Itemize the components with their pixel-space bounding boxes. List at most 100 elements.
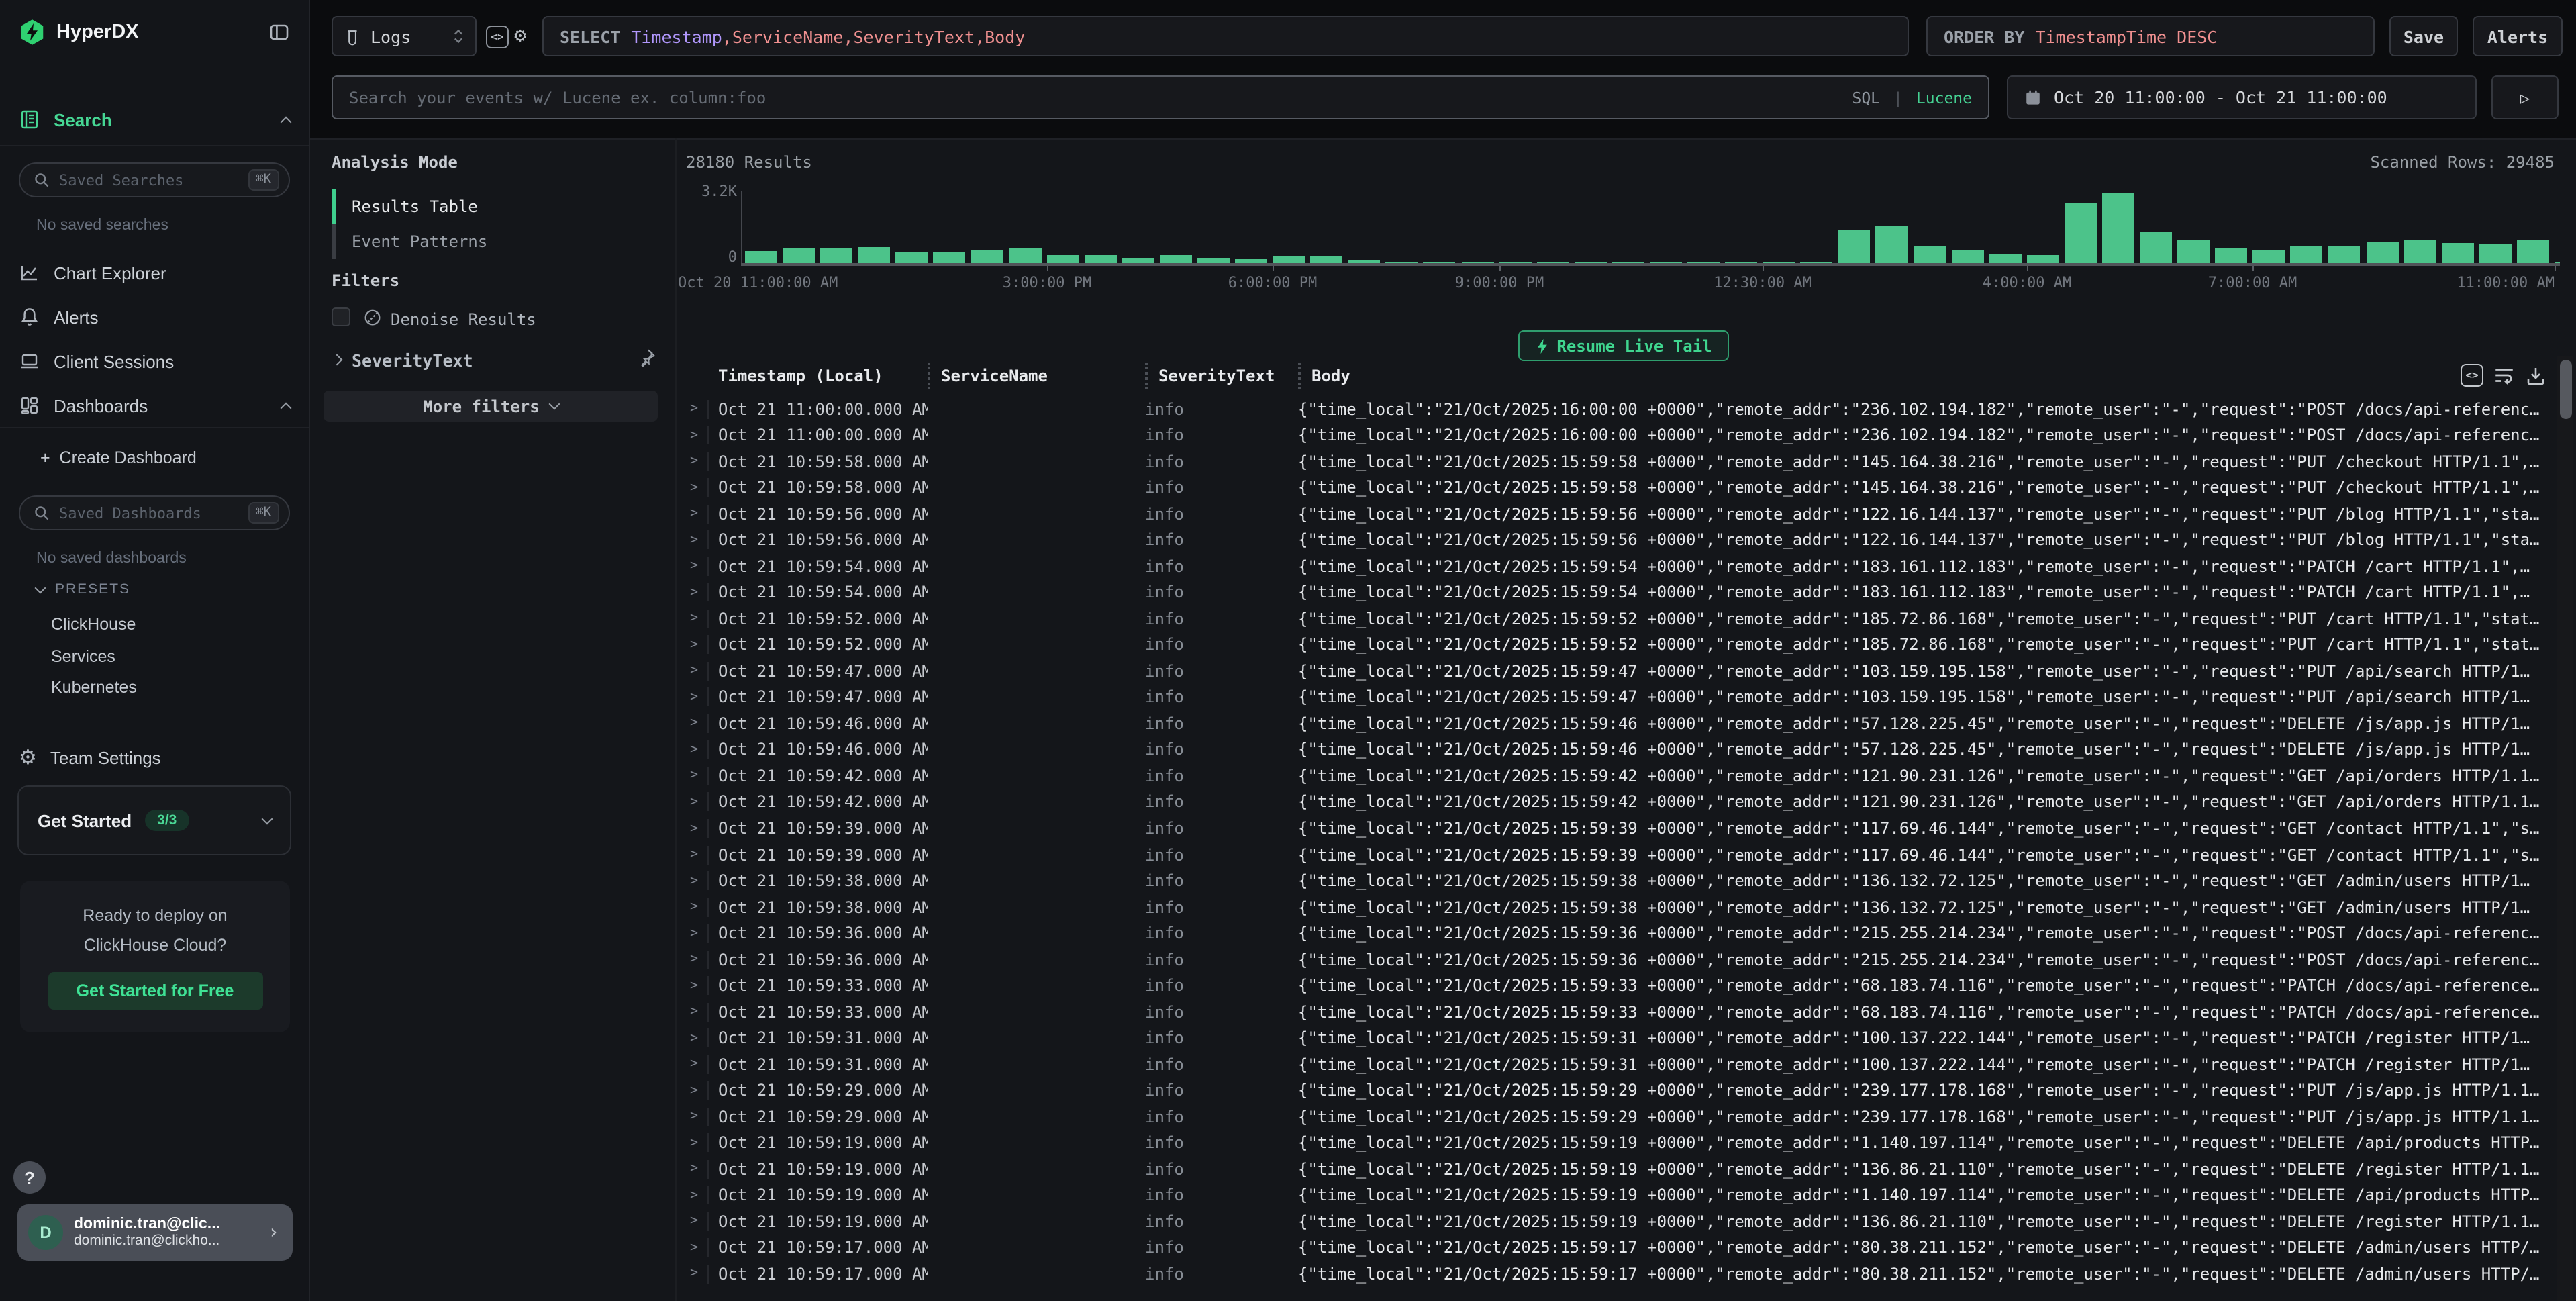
denoise-checkbox[interactable] (332, 307, 350, 326)
table-row[interactable]: >Oct 21 10:59:17.000 AMinfo{"time_local"… (681, 1235, 2555, 1261)
row-expand-icon[interactable]: > (681, 690, 707, 705)
sidebar-item-client-sessions[interactable]: Client Sessions (19, 342, 290, 380)
column-header-timestamp[interactable]: Timestamp (Local) (707, 363, 928, 389)
table-row[interactable]: >Oct 21 10:59:56.000 AMinfo{"time_local"… (681, 527, 2555, 553)
row-expand-icon[interactable]: > (681, 1241, 707, 1255)
scrollbar-thumb[interactable] (2559, 360, 2571, 419)
table-row[interactable]: >Oct 21 10:59:56.000 AMinfo{"time_local"… (681, 501, 2555, 527)
sidebar-item-dashboards[interactable]: Dashboards (19, 387, 290, 424)
run-query-button[interactable]: ▷ (2491, 75, 2559, 119)
table-row[interactable]: >Oct 21 10:59:39.000 AMinfo{"time_local"… (681, 816, 2555, 842)
table-row[interactable]: >Oct 21 10:59:38.000 AMinfo{"time_local"… (681, 894, 2555, 920)
lang-lucene-toggle[interactable]: Lucene (1916, 88, 1972, 107)
row-expand-icon[interactable]: > (681, 1109, 707, 1124)
row-expand-icon[interactable]: > (681, 1188, 707, 1202)
row-expand-icon[interactable]: > (681, 952, 707, 967)
table-row[interactable]: >Oct 21 10:59:58.000 AMinfo{"time_local"… (681, 448, 2555, 475)
row-expand-icon[interactable]: > (681, 716, 707, 731)
row-expand-icon[interactable]: > (681, 507, 707, 522)
table-row[interactable]: >Oct 21 10:59:29.000 AMinfo{"time_local"… (681, 1077, 2555, 1104)
table-row[interactable]: >Oct 21 10:59:31.000 AMinfo{"time_local"… (681, 1025, 2555, 1051)
row-expand-icon[interactable]: > (681, 402, 707, 417)
row-expand-icon[interactable]: > (681, 1083, 707, 1098)
table-scrollbar[interactable] (2557, 356, 2573, 1301)
get-started-toggle[interactable]: Get Started 3/3 (17, 785, 291, 855)
severity-filter-group[interactable]: SeverityText (352, 350, 473, 371)
row-expand-icon[interactable]: > (681, 1057, 707, 1071)
saved-searches-field[interactable] (59, 171, 238, 189)
presets-toggle[interactable]: PRESETS (36, 581, 130, 597)
save-button[interactable]: Save (2389, 16, 2458, 56)
row-expand-icon[interactable]: > (681, 1004, 707, 1019)
table-row[interactable]: >Oct 21 10:59:29.000 AMinfo{"time_local"… (681, 1104, 2555, 1130)
table-row[interactable]: >Oct 21 11:00:00.000 AMinfo{"time_local"… (681, 396, 2555, 422)
select-query-input[interactable]: SELECT Timestamp,ServiceName,SeverityTex… (542, 16, 1909, 56)
order-by-input[interactable]: ORDER BY TimestampTime DESC (1926, 16, 2375, 56)
denoise-label[interactable]: Denoise Results (391, 310, 536, 329)
row-expand-icon[interactable]: > (681, 428, 707, 443)
column-header-servicename[interactable]: ServiceName (928, 363, 1145, 389)
table-row[interactable]: >Oct 21 10:59:36.000 AMinfo{"time_local"… (681, 920, 2555, 947)
row-expand-icon[interactable]: > (681, 742, 707, 757)
resume-live-tail-button[interactable]: Resume Live Tail (1518, 330, 1729, 361)
table-row[interactable]: >Oct 21 10:59:38.000 AMinfo{"time_local"… (681, 868, 2555, 894)
table-row[interactable]: >Oct 21 10:59:19.000 AMinfo{"time_local"… (681, 1156, 2555, 1182)
table-row[interactable]: >Oct 21 10:59:46.000 AMinfo{"time_local"… (681, 710, 2555, 736)
results-histogram[interactable] (745, 192, 2560, 263)
row-expand-icon[interactable]: > (681, 873, 707, 888)
event-search-bar[interactable]: SQL | Lucene (332, 75, 1989, 119)
table-row[interactable]: >Oct 21 10:59:58.000 AMinfo{"time_local"… (681, 475, 2555, 501)
row-expand-icon[interactable]: > (681, 795, 707, 810)
table-row[interactable]: >Oct 21 10:59:31.000 AMinfo{"time_local"… (681, 1051, 2555, 1077)
table-row[interactable]: >Oct 21 10:59:52.000 AMinfo{"time_local"… (681, 632, 2555, 658)
user-menu[interactable]: D dominic.tran@clic... dominic.tran@clic… (17, 1204, 293, 1261)
event-search-input[interactable] (349, 88, 1838, 107)
row-expand-icon[interactable]: > (681, 481, 707, 495)
column-header-body[interactable]: Body (1298, 363, 2555, 389)
more-filters-button[interactable]: More filters (324, 391, 658, 422)
table-row[interactable]: >Oct 21 10:59:39.000 AMinfo{"time_local"… (681, 842, 2555, 868)
row-expand-icon[interactable]: > (681, 847, 707, 862)
row-expand-icon[interactable]: > (681, 978, 707, 993)
date-range-picker[interactable]: Oct 20 11:00:00 - Oct 21 11:00:00 (2007, 75, 2477, 119)
saved-dashboards-input[interactable]: ⌘K (19, 495, 290, 530)
saved-dashboards-field[interactable] (59, 504, 238, 522)
row-expand-icon[interactable]: > (681, 454, 707, 469)
table-row[interactable]: >Oct 21 10:59:19.000 AMinfo{"time_local"… (681, 1208, 2555, 1235)
row-expand-icon[interactable]: > (681, 533, 707, 548)
table-row[interactable]: >Oct 21 10:59:33.000 AMinfo{"time_local"… (681, 973, 2555, 999)
table-row[interactable]: >Oct 21 10:59:19.000 AMinfo{"time_local"… (681, 1182, 2555, 1208)
column-header-severitytext[interactable]: SeverityText (1145, 363, 1298, 389)
table-row[interactable]: >Oct 21 10:59:36.000 AMinfo{"time_local"… (681, 947, 2555, 973)
text-wrap-icon[interactable] (2493, 364, 2516, 387)
create-dashboard-button[interactable]: + Create Dashboard (40, 448, 197, 467)
row-expand-icon[interactable]: > (681, 638, 707, 653)
analysis-mode-event-patterns[interactable]: Event Patterns (332, 224, 487, 259)
row-expand-icon[interactable]: > (681, 900, 707, 914)
table-row[interactable]: >Oct 21 10:59:42.000 AMinfo{"time_local"… (681, 763, 2555, 789)
analysis-mode-results-table[interactable]: Results Table (332, 189, 487, 224)
row-expand-icon[interactable]: > (681, 821, 707, 836)
row-expand-icon[interactable]: > (681, 612, 707, 626)
table-row[interactable]: >Oct 21 10:59:54.000 AMinfo{"time_local"… (681, 579, 2555, 606)
get-started-free-button[interactable]: Get Started for Free (48, 972, 262, 1010)
table-row[interactable]: >Oct 21 10:59:33.000 AMinfo{"time_local"… (681, 999, 2555, 1025)
preset-item-services[interactable]: Services (51, 646, 115, 665)
help-button[interactable]: ? (13, 1161, 46, 1194)
table-code-icon[interactable]: <> (2461, 364, 2483, 387)
lang-sql-toggle[interactable]: SQL (1852, 88, 1880, 107)
table-row[interactable]: >Oct 21 10:59:52.000 AMinfo{"time_local"… (681, 606, 2555, 632)
saved-searches-input[interactable]: ⌘K (19, 162, 290, 197)
sidebar-item-search[interactable]: Search (19, 101, 290, 138)
row-expand-icon[interactable]: > (681, 1161, 707, 1176)
row-expand-icon[interactable]: > (681, 926, 707, 941)
preset-item-clickhouse[interactable]: ClickHouse (51, 615, 136, 634)
gear-icon[interactable]: ⚙ (514, 23, 526, 47)
download-icon[interactable] (2525, 365, 2546, 386)
row-expand-icon[interactable]: > (681, 1214, 707, 1228)
row-expand-icon[interactable]: > (681, 1267, 707, 1282)
source-select[interactable]: Logs (332, 16, 477, 56)
alerts-button[interactable]: Alerts (2473, 16, 2563, 56)
row-expand-icon[interactable]: > (681, 1030, 707, 1045)
table-row[interactable]: >Oct 21 10:59:47.000 AMinfo{"time_local"… (681, 684, 2555, 710)
